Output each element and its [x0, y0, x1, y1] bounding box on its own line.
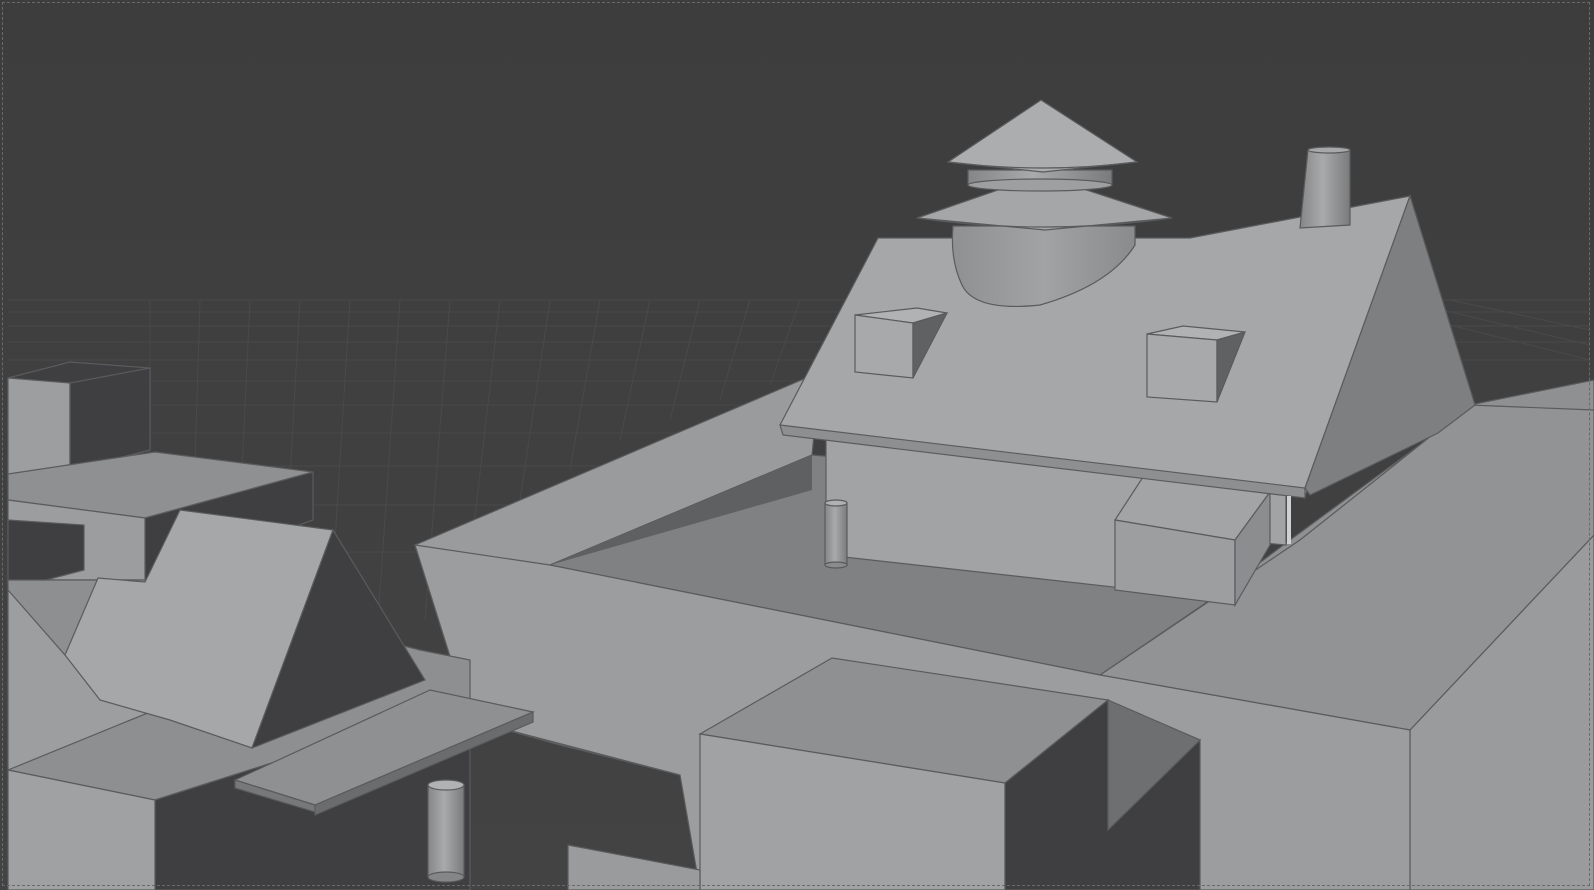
3d-viewport[interactable]	[0, 0, 1594, 890]
post-cylinder-foreground[interactable]	[427, 779, 465, 883]
post-cylinder-courtyard[interactable]	[824, 499, 848, 569]
chimney[interactable]	[1299, 146, 1351, 229]
